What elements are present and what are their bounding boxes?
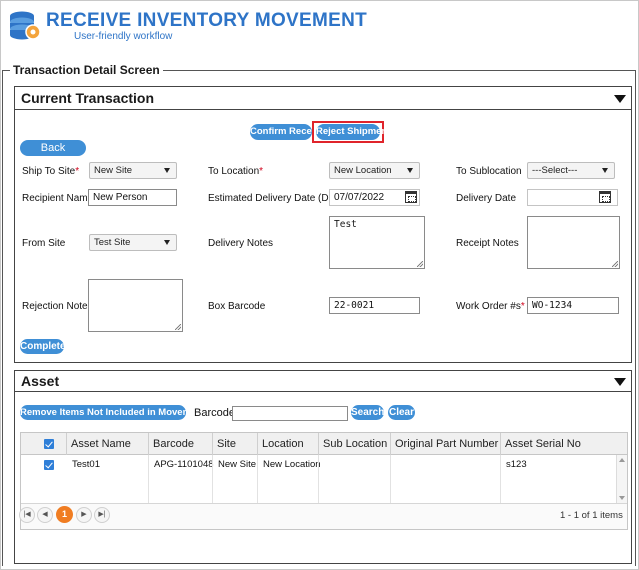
pager-info: 1 - 1 of 1 items: [560, 510, 623, 521]
cell-original-part-number: [392, 458, 396, 472]
search-button[interactable]: Search: [351, 405, 384, 420]
row-checkbox[interactable]: [44, 460, 54, 470]
dropdown-arrow-icon: [602, 168, 608, 173]
ship-to-site-label: Ship To Site*: [22, 166, 80, 177]
required-asterisk: *: [520, 301, 525, 312]
column-header-sub-location[interactable]: Sub Location: [318, 433, 387, 455]
column-header-location[interactable]: Location: [257, 433, 304, 455]
column-header-barcode[interactable]: Barcode: [148, 433, 194, 455]
rejection-notes-label: Rejection Notes: [22, 301, 93, 312]
next-page-icon[interactable]: ▶: [76, 507, 92, 523]
select-all-checkbox[interactable]: [44, 439, 54, 449]
column-divider: [257, 455, 258, 503]
back-button[interactable]: Back: [20, 140, 86, 156]
complete-button[interactable]: Complete: [20, 339, 66, 354]
reject-shipment-button[interactable]: Reject Shipment: [316, 124, 390, 140]
required-asterisk: *: [259, 166, 264, 177]
fieldset-legend: Transaction Detail Screen: [10, 63, 163, 77]
current-page-button[interactable]: 1: [56, 506, 73, 523]
resize-grip-icon[interactable]: [417, 261, 423, 267]
box-barcode-label: Box Barcode: [208, 301, 266, 312]
app-title: RECEIVE INVENTORY MOVEMENT: [46, 10, 368, 31]
fieldset-border-right: [635, 70, 636, 566]
database-gear-logo-icon: [10, 11, 41, 40]
fieldset-border-left: [2, 70, 3, 566]
delivery-notes-text: Test: [334, 219, 357, 230]
current-transaction-title: Current Transaction: [21, 90, 155, 106]
cell-sub-location: [320, 458, 324, 472]
rejection-notes-textarea[interactable]: [88, 279, 183, 332]
cell-asset-name: Test01: [72, 459, 100, 470]
resize-grip-icon[interactable]: [612, 261, 618, 267]
receipt-notes-textarea[interactable]: [527, 216, 620, 269]
column-divider: [318, 455, 319, 503]
collapse-caret-icon[interactable]: [614, 378, 626, 386]
barcode-search-input[interactable]: [232, 406, 348, 421]
cell-location: New Location: [263, 459, 321, 470]
column-header-site[interactable]: Site: [212, 433, 236, 455]
column-divider: [500, 455, 501, 503]
receipt-notes-label: Receipt Notes: [456, 238, 519, 249]
work-order-input[interactable]: WO-1234: [527, 297, 619, 314]
barcode-search-label: Barcode: [194, 407, 235, 419]
asset-header[interactable]: Asset: [14, 370, 632, 392]
cell-asset-serial-no: s123: [506, 459, 527, 470]
last-page-icon[interactable]: ▶|: [94, 507, 110, 523]
confirm-receipt-button[interactable]: Confirm Receipt: [250, 124, 323, 140]
collapse-caret-icon[interactable]: [614, 95, 626, 103]
from-site-select[interactable]: Test Site: [89, 234, 177, 251]
cell-site: New Site: [218, 459, 257, 470]
to-location-label: To Location*: [208, 166, 264, 177]
column-header-asset-serial-no[interactable]: Asset Serial No: [500, 433, 581, 455]
grid-pager: [21, 503, 627, 529]
app-subtitle: User-friendly workflow: [74, 31, 173, 42]
first-page-icon[interactable]: |◀: [19, 507, 35, 523]
recipient-name-input[interactable]: New Person: [88, 189, 177, 206]
previous-page-icon[interactable]: ◀: [37, 507, 53, 523]
column-divider: [148, 455, 149, 503]
delivery-notes-textarea[interactable]: Test: [329, 216, 425, 269]
resize-grip-icon[interactable]: [175, 324, 181, 330]
column-header-asset-name[interactable]: Asset Name: [66, 433, 131, 455]
to-sublocation-label: To Sublocation: [456, 166, 522, 177]
asset-title: Asset: [21, 373, 60, 389]
column-divider: [390, 455, 391, 503]
calendar-icon[interactable]: [599, 191, 611, 203]
dropdown-arrow-icon: [407, 168, 413, 173]
grid-vertical-scrollbar[interactable]: [616, 455, 627, 503]
to-location-select[interactable]: New Location: [329, 162, 420, 179]
calendar-icon[interactable]: [405, 191, 417, 203]
column-divider: [212, 455, 213, 503]
delivery-notes-label: Delivery Notes: [208, 238, 274, 249]
delivery-date-label: Delivery Date: [456, 193, 517, 204]
recipient-name-label: Recipient Name: [22, 193, 94, 204]
current-transaction-header[interactable]: Current Transaction: [14, 86, 632, 110]
required-asterisk: *: [75, 166, 80, 177]
dropdown-arrow-icon: [164, 240, 170, 245]
scroll-up-icon[interactable]: [619, 458, 625, 462]
cell-barcode: APG-1101048: [154, 459, 214, 470]
work-order-label: Work Order #s*: [456, 301, 525, 312]
scroll-down-icon[interactable]: [619, 496, 625, 500]
to-sublocation-select[interactable]: ---Select---: [527, 162, 615, 179]
remove-items-button[interactable]: Remove Items Not Included in Movement: [20, 405, 205, 420]
box-barcode-input[interactable]: 22-0021: [329, 297, 420, 314]
dropdown-arrow-icon: [164, 168, 170, 173]
from-site-label: From Site: [22, 238, 66, 249]
clear-button[interactable]: Clear: [388, 405, 415, 420]
column-header-original-part-number[interactable]: Original Part Number: [390, 433, 498, 455]
ship-to-site-select[interactable]: New Site: [89, 162, 177, 179]
estimated-delivery-date-label: Estimated Delivery Date (Date): [208, 193, 346, 204]
